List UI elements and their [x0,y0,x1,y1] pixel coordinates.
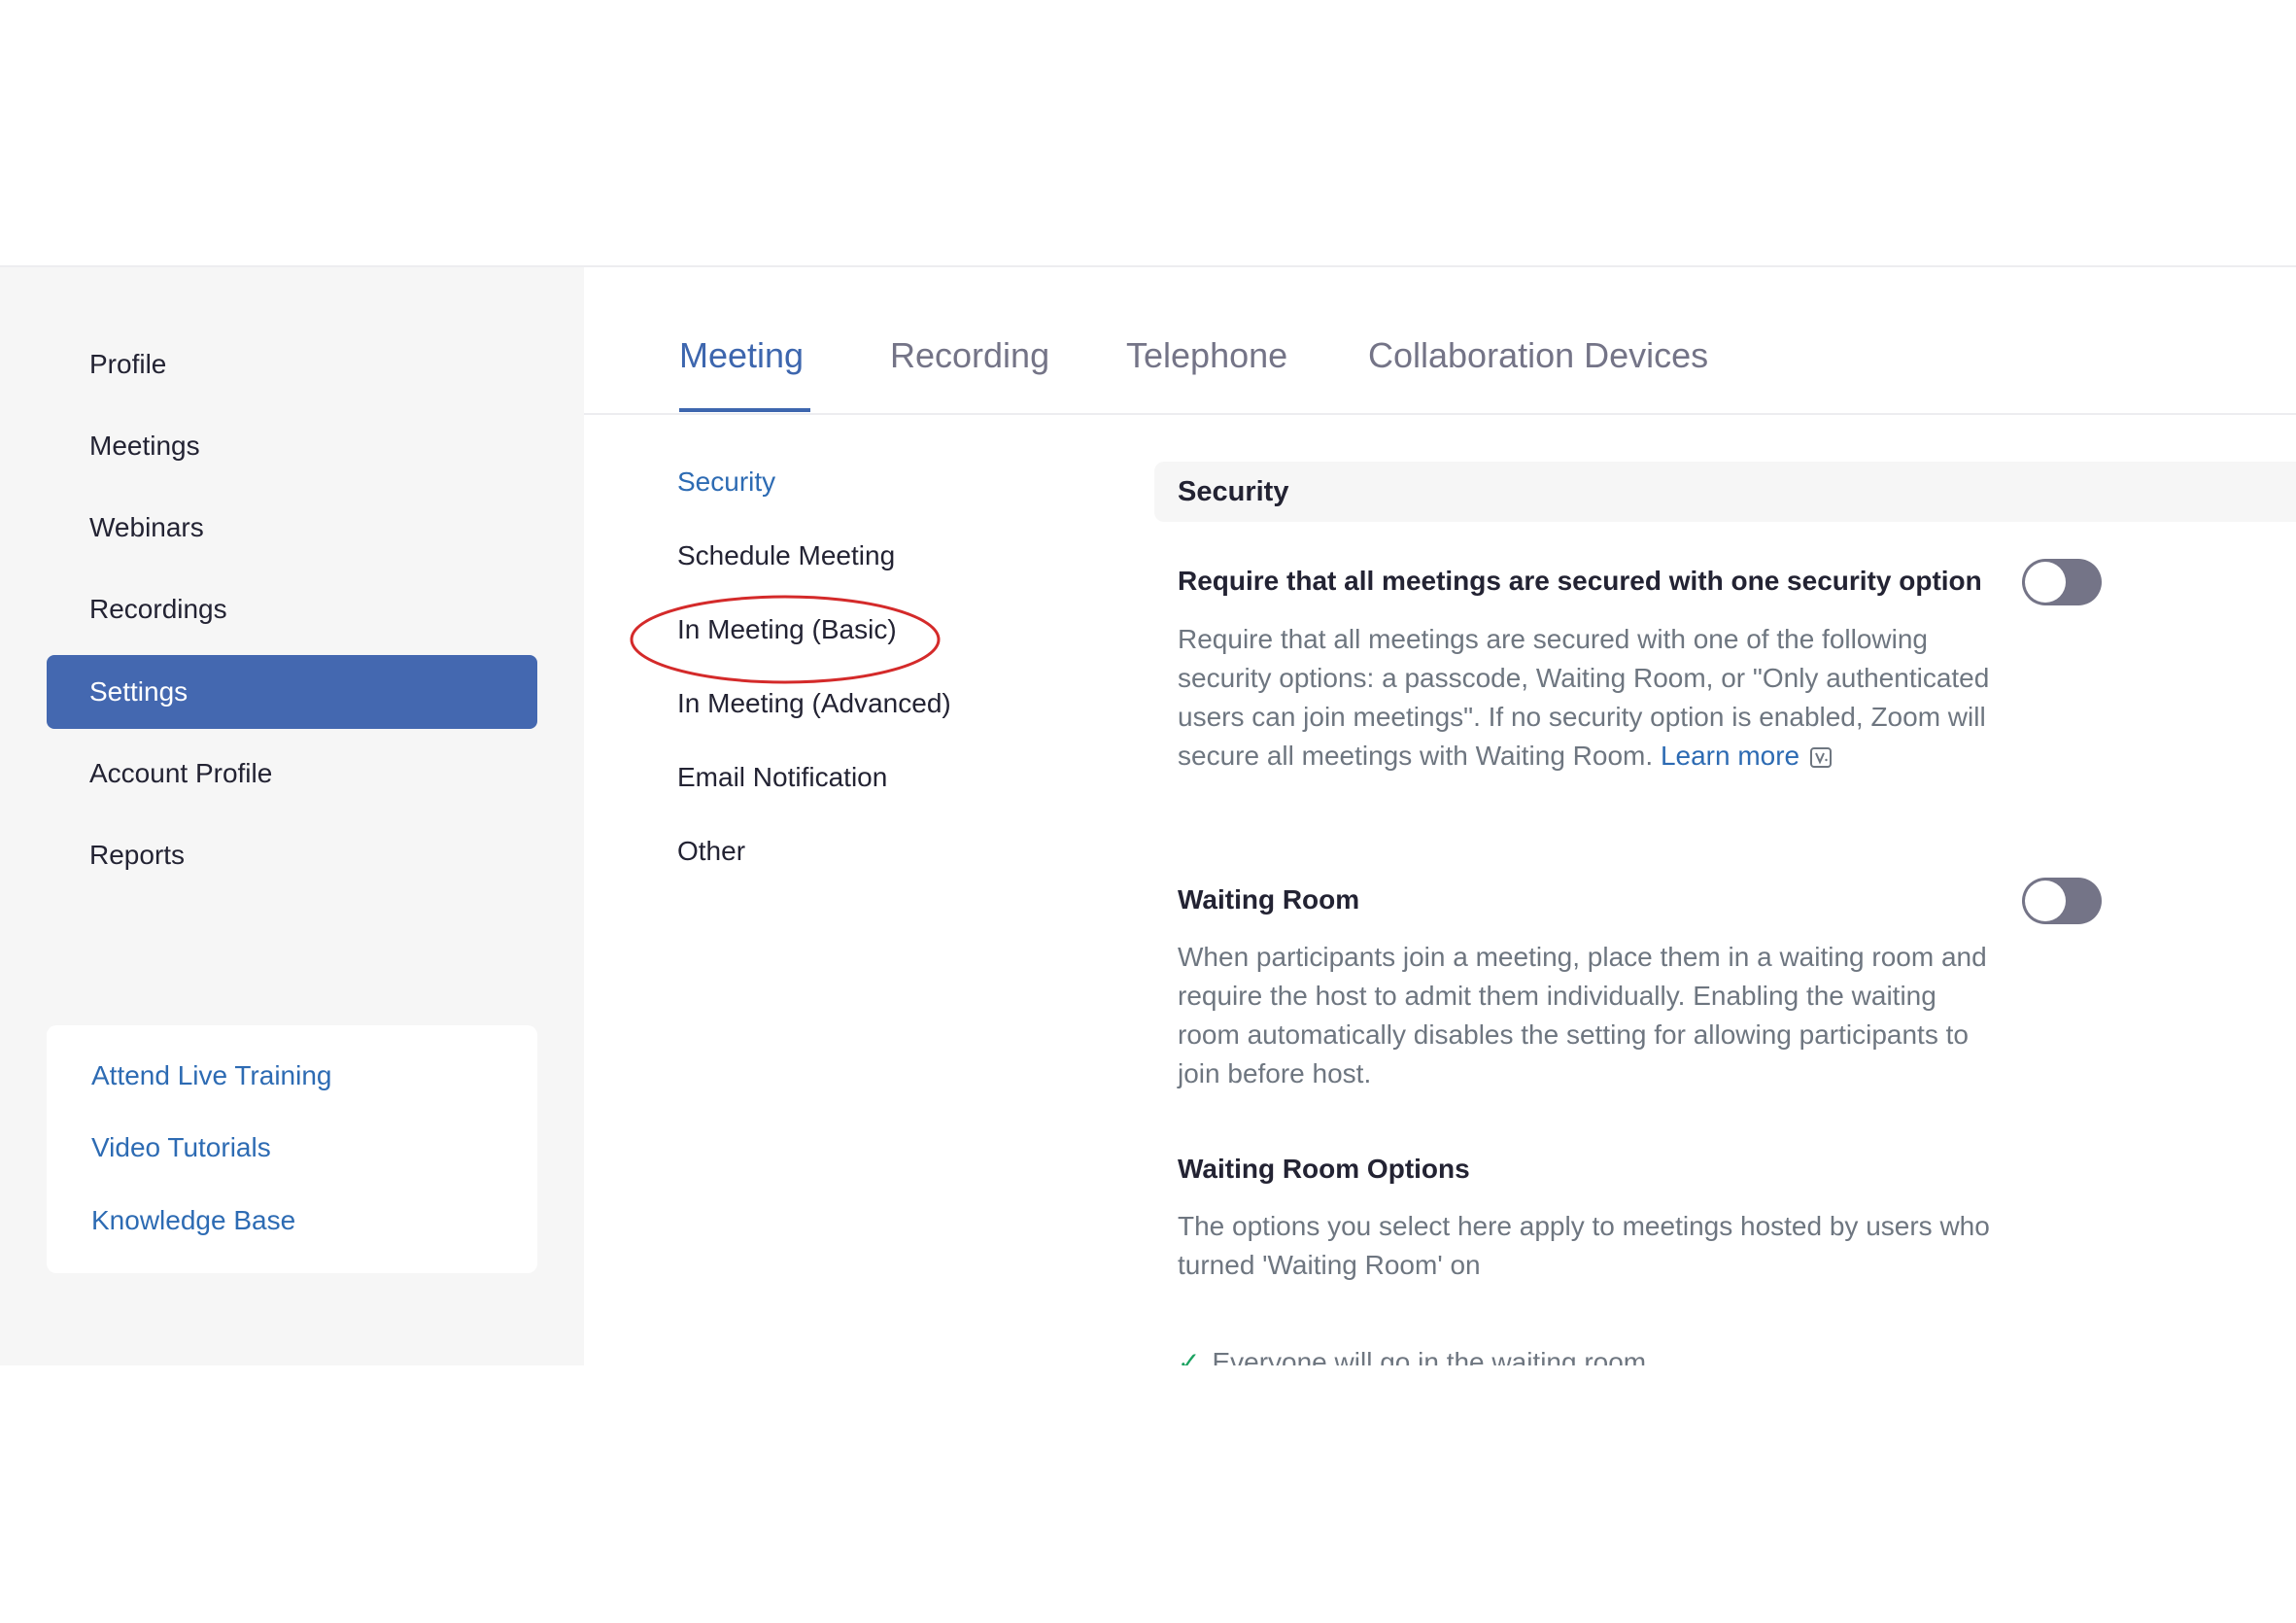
subnav-schedule-meeting[interactable]: Schedule Meeting [677,540,895,571]
sidebar-item-settings[interactable]: Settings [47,655,537,729]
main-panel: Meeting Recording Telephone Collaboratio… [584,267,2296,1365]
subnav-other[interactable]: Other [677,836,745,867]
sidebar-item-reports[interactable]: Reports [47,818,537,892]
sidebar-item-account-profile[interactable]: Account Profile [47,737,537,811]
setting-title-require-security: Require that all meetings are secured wi… [1178,566,1982,596]
waiting-room-toggle[interactable] [2022,878,2102,924]
require-security-toggle[interactable] [2022,559,2102,605]
toggle-knob [2025,881,2066,921]
tab-collaboration-devices[interactable]: Collaboration Devices [1368,335,1708,376]
subnav-in-meeting-advanced[interactable]: In Meeting (Advanced) [677,688,951,719]
subnav-in-meeting-basic[interactable]: In Meeting (Basic) [677,614,897,645]
knowledge-base-link[interactable]: Knowledge Base [91,1205,295,1236]
waiting-room-options-desc: The options you select here apply to mee… [1178,1211,1990,1280]
video-tutorials-link[interactable]: Video Tutorials [91,1132,271,1163]
tab-meeting[interactable]: Meeting [679,335,804,376]
waiting-room-options-title: Waiting Room Options [1178,1154,1470,1184]
settings-tabs: Meeting Recording Telephone Collaboratio… [584,267,2296,415]
sidebar-item-recordings[interactable]: Recordings [47,572,537,646]
sidebar: Profile Meetings Webinars Recordings Set… [0,267,584,1365]
external-link-icon[interactable] [1809,741,1833,768]
zoom-settings-window: Profile Meetings Webinars Recordings Set… [0,265,2296,1365]
setting-desc-require-security: Require that all meetings are secured wi… [1178,624,1990,771]
active-tab-indicator [679,408,810,412]
sidebar-item-webinars[interactable]: Webinars [47,491,537,565]
attend-live-training-link[interactable]: Attend Live Training [91,1060,332,1091]
check-icon: ✓ [1178,1347,1201,1365]
subnav-security[interactable]: Security [677,466,775,498]
waiting-room-option-everyone: ✓ Everyone will go in the waiting room [1178,1346,1646,1365]
setting-title-waiting-room: Waiting Room [1178,884,1360,915]
setting-desc-waiting-room: When participants join a meeting, place … [1178,942,1987,1088]
sidebar-item-profile[interactable]: Profile [47,328,537,401]
tab-recording[interactable]: Recording [890,335,1049,376]
subnav-email-notification[interactable]: Email Notification [677,762,887,793]
tab-telephone[interactable]: Telephone [1126,335,1287,376]
help-links-card: Attend Live Training Video Tutorials Kno… [47,1025,537,1273]
toggle-knob [2025,562,2066,603]
check-item-label: Everyone will go in the waiting room [1212,1347,1647,1365]
section-header-security: Security [1154,462,2296,522]
sidebar-item-meetings[interactable]: Meetings [47,409,537,483]
learn-more-link[interactable]: Learn more [1661,741,1799,771]
